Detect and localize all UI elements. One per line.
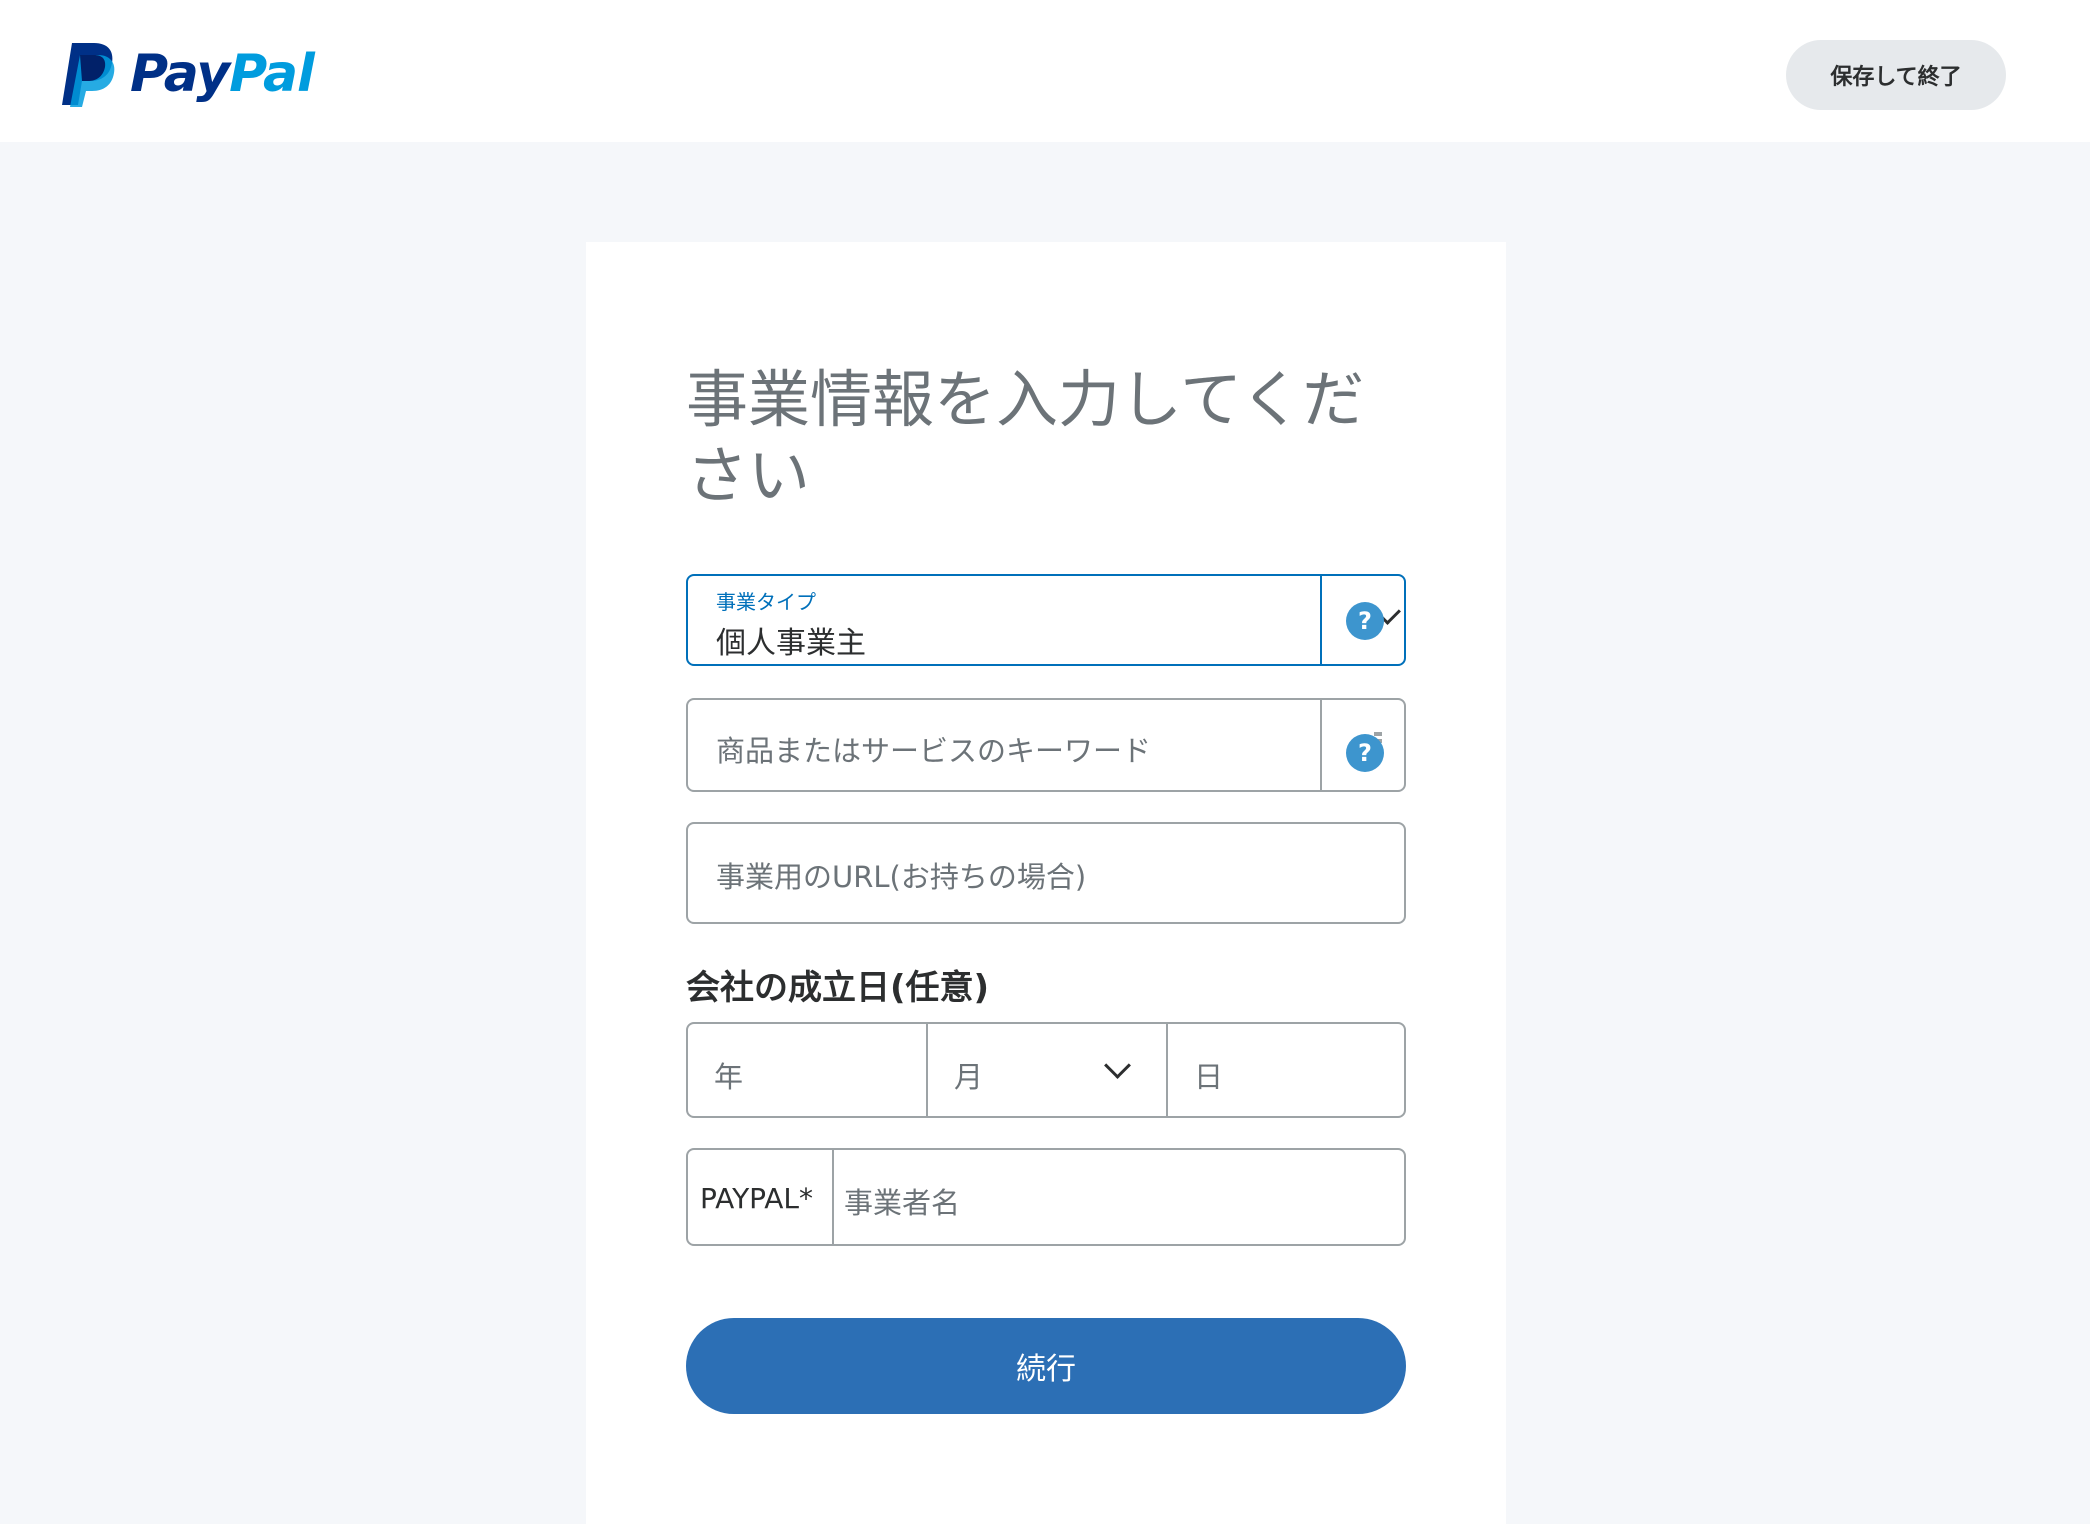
- paypal-logo-icon: [62, 43, 115, 107]
- divider: [1320, 576, 1322, 664]
- save-and-exit-button[interactable]: 保存して終了: [1786, 40, 2006, 110]
- business-type-value: 個人事業主: [716, 626, 866, 661]
- continue-button[interactable]: 続行: [686, 1318, 1406, 1414]
- business-name-input[interactable]: PAYPAL* 事業者名: [686, 1148, 1406, 1246]
- help-icon[interactable]: ?: [1346, 734, 1384, 772]
- business-type-label: 事業タイプ: [716, 590, 816, 614]
- chevron-down-icon: [1104, 1052, 1131, 1079]
- year-input[interactable]: 年: [688, 1024, 926, 1116]
- paypal-logo[interactable]: PayPal: [58, 38, 315, 110]
- day-input[interactable]: 日: [1166, 1024, 1406, 1116]
- divider: [1320, 700, 1322, 790]
- founding-date-group: 年 月 日: [686, 1022, 1406, 1118]
- help-icon[interactable]: ?: [1346, 602, 1384, 640]
- business-url-input[interactable]: 事業用のURL(お持ちの場合): [686, 822, 1406, 924]
- business-name-placeholder: 事業者名: [844, 1186, 961, 1220]
- business-type-select[interactable]: 事業タイプ 個人事業主 ?: [686, 574, 1406, 666]
- day-placeholder: 日: [1194, 1060, 1224, 1094]
- page-title: 事業情報を入力してください: [686, 363, 1365, 512]
- top-bar: PayPal 保存して終了: [0, 0, 2090, 142]
- business-name-prefix: PAYPAL*: [700, 1182, 814, 1215]
- paypal-wordmark: PayPal: [130, 44, 315, 104]
- month-select[interactable]: 月: [926, 1024, 1168, 1116]
- business-info-card: 事業情報を入力してください 事業タイプ 個人事業主 ? 商品またはサービスのキー…: [586, 242, 1506, 1524]
- keyword-placeholder: 商品またはサービスのキーワード: [716, 734, 1152, 768]
- founding-date-label: 会社の成立日(任意): [686, 968, 990, 1008]
- keyword-input[interactable]: 商品またはサービスのキーワード ?: [686, 698, 1406, 792]
- month-placeholder: 月: [954, 1060, 984, 1094]
- year-placeholder: 年: [714, 1060, 744, 1094]
- business-url-placeholder: 事業用のURL(お持ちの場合): [716, 860, 1087, 894]
- divider: [832, 1150, 834, 1244]
